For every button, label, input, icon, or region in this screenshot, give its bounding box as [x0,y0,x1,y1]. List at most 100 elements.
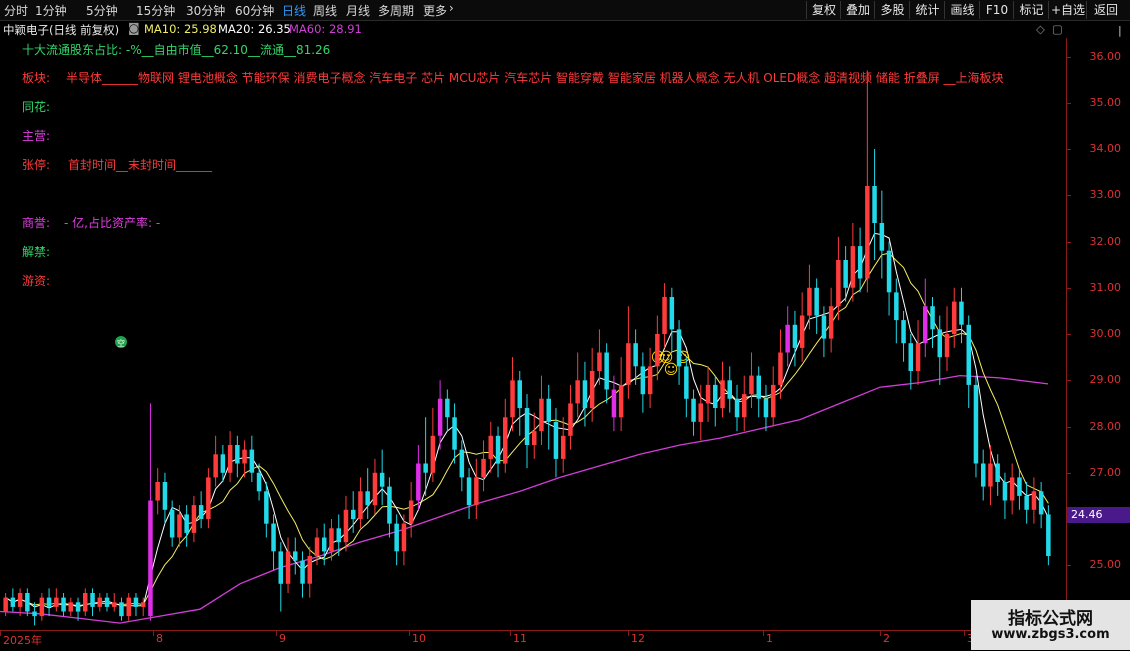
candle [705,366,711,422]
candle [307,546,312,598]
statistics-button[interactable]: 统计 [909,1,945,19]
candle [756,366,761,418]
candle [510,357,515,432]
x-label: 9 [279,632,286,645]
chevron-right-icon[interactable]: › [449,1,454,15]
y-tick [1067,426,1071,428]
overlay-button[interactable]: 叠加 [840,1,875,19]
candle [126,593,131,621]
y-tick-label: 35.00 [1089,95,1122,109]
y-tick [1067,472,1071,474]
candle [358,477,363,529]
x-label: 10 [412,632,426,645]
candle [177,505,182,547]
x-label: 12 [631,632,645,645]
candle [488,421,493,473]
y-tick-label: 27.00 [1089,465,1122,479]
candle [553,408,559,478]
candle [133,593,139,617]
candle [771,366,776,427]
candle [416,445,421,510]
candle [597,329,602,385]
candle [626,306,631,399]
candle [162,472,168,524]
candle [539,375,544,445]
candle [930,297,935,348]
period-tab-15min[interactable]: 15分钟 [136,2,175,19]
candle [1017,468,1022,510]
candle [90,588,95,617]
candle [727,366,732,413]
candle [981,449,986,501]
candle [857,227,863,293]
candle [966,315,971,408]
period-tab-daily[interactable]: 日线 [282,2,306,19]
candle [618,357,624,432]
candle [872,149,877,260]
watermark-title: 指标公式网 [1008,609,1093,629]
candlestick-chart[interactable]: 空 ☺ ☺ ☺ ☺ [0,38,1066,630]
candle [466,468,472,519]
multi-stock-button[interactable]: 多股 [874,1,910,19]
candle [901,310,906,362]
candle [742,375,747,432]
period-tab-30min[interactable]: 30分钟 [186,2,225,19]
period-tab-monthly[interactable]: 月线 [346,2,370,19]
candle [532,412,537,459]
x-tick [153,631,154,636]
y-tick-label: 34.00 [1089,142,1122,155]
candle [952,287,957,348]
candle [850,223,856,302]
x-label: 2 [883,632,890,645]
period-tab-more[interactable]: 更多 [423,2,447,19]
candle [799,292,805,362]
x-tick [0,631,1,636]
signal-badge-text: 空 [117,338,125,348]
candle [662,283,667,348]
period-tab-minute[interactable]: 分时 [4,2,28,19]
candle [3,593,8,617]
period-tab-1min[interactable]: 1分钟 [35,2,67,19]
y-tick-label: 30.00 [1089,327,1122,340]
candle [104,593,110,612]
candle [763,384,769,432]
candle [97,593,102,612]
add-watchlist-button[interactable]: +自选 [1048,1,1087,19]
period-tab-5min[interactable]: 5分钟 [86,2,118,19]
candle [828,287,834,353]
mark-button[interactable]: 标记 [1013,1,1049,19]
diamond-icon[interactable]: ◇ [1036,22,1045,36]
candle [568,384,573,450]
candle [611,375,617,432]
period-tab-multi[interactable]: 多周期 [378,2,414,19]
candle [734,384,740,432]
strip-mark: | [1118,24,1122,37]
candle [25,588,30,617]
candle [713,375,718,427]
back-button[interactable]: 返回 [1086,1,1125,19]
candle [575,352,580,418]
candle [582,361,588,427]
candle [235,435,240,478]
candle [148,403,153,621]
price-axis: 36.00 35.00 34.00 33.00 32.00 31.00 30.00 29.00… [1066,38,1130,630]
period-tab-weekly[interactable]: 周线 [313,2,337,19]
candle [481,440,486,492]
draw-line-button[interactable]: 画线 [944,1,980,19]
candle [430,408,436,482]
candle [778,329,783,399]
x-tick [510,631,511,636]
candle [54,588,59,612]
x-label: 8 [156,632,163,645]
y-tick [1067,102,1071,104]
adjust-button[interactable]: 复权 [806,1,841,19]
candle [792,310,798,367]
candle [408,482,414,538]
f10-button[interactable]: F10 [979,1,1014,19]
candle [242,440,247,478]
settings-circle-icon[interactable]: ◙ [128,21,140,35]
window-icon[interactable]: ▢ [1052,22,1063,36]
period-tab-60min[interactable]: 60分钟 [235,2,274,19]
candle [517,371,522,436]
ma10-value: MA10: 25.98 [144,22,217,36]
